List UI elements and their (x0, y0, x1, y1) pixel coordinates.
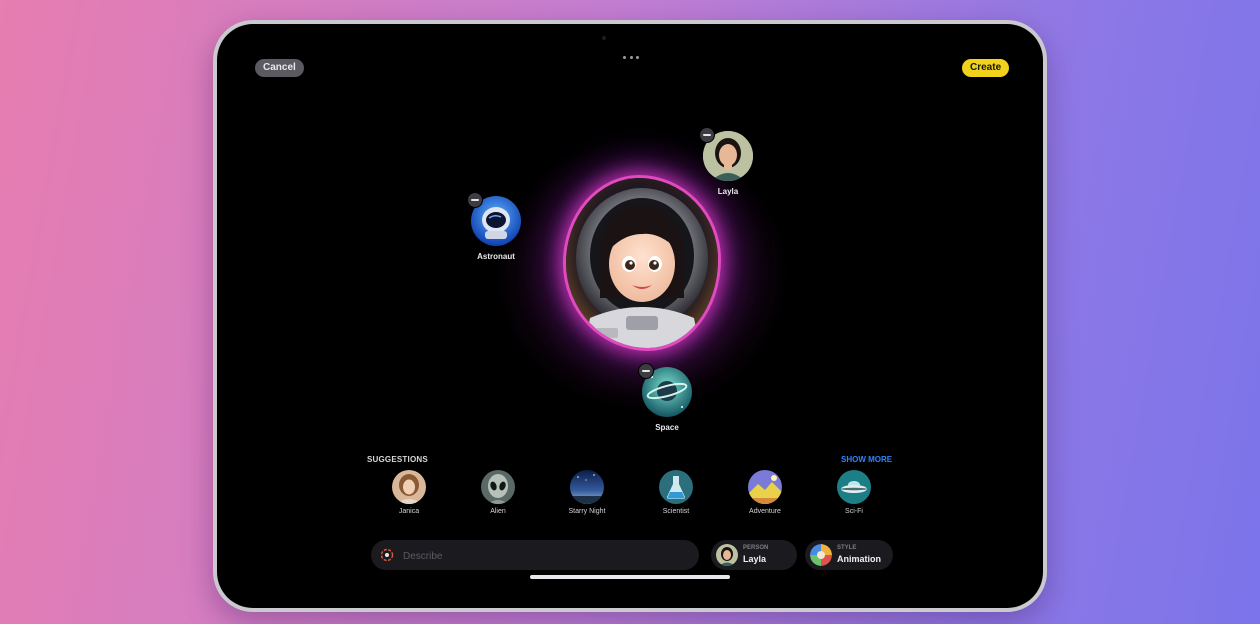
bubble-label: Space (655, 423, 679, 432)
ipad-frame: Cancel Create Layla Astronaut Space SUGG… (213, 20, 1047, 612)
person-chip[interactable]: PERSON Layla (711, 540, 797, 570)
concept-bubble-space[interactable]: Space (638, 363, 692, 432)
composer-bar: PERSON Layla STYLE Animation (217, 540, 1043, 576)
generated-image-preview[interactable] (566, 178, 718, 348)
image-playground-screen: Cancel Create Layla Astronaut Space SUGG… (217, 24, 1043, 608)
front-camera (602, 36, 606, 40)
bubble-label: Layla (717, 187, 739, 196)
person-photo-icon (716, 544, 738, 566)
suggestion-starry-night[interactable]: Starry Night (552, 470, 622, 515)
style-value: Animation (837, 554, 881, 564)
suggestions-heading: SUGGESTIONS (367, 455, 428, 464)
style-wheel-icon (810, 544, 832, 566)
create-button[interactable]: Create (962, 59, 1010, 77)
astronaut-avatar-image (576, 188, 708, 348)
style-caption: STYLE (837, 545, 857, 551)
suggestion-janica[interactable]: Janica (374, 470, 444, 515)
describe-input[interactable] (401, 547, 685, 565)
suggestion-label: Alien (490, 508, 506, 515)
flask-icon (659, 470, 693, 504)
suggestion-label: Scientist (662, 508, 690, 515)
cancel-button[interactable]: Cancel (255, 59, 304, 77)
concept-bubble-astronaut[interactable]: Astronaut (467, 192, 521, 261)
suggestion-label: Janica (398, 508, 420, 515)
style-chip[interactable]: STYLE Animation (805, 540, 893, 570)
suggestion-label: Sci-Fi (845, 508, 863, 515)
suggestion-label: Starry Night (568, 508, 606, 515)
suggestion-label: Adventure (749, 508, 781, 515)
home-indicator[interactable] (530, 575, 730, 579)
person-value: Layla (743, 554, 767, 564)
suggestion-sci-fi[interactable]: Sci-Fi (819, 470, 889, 515)
describe-field[interactable] (371, 540, 699, 570)
concept-bubble-layla[interactable]: Layla (699, 127, 753, 196)
show-more-link[interactable]: SHOW MORE (841, 455, 892, 464)
person-photo-icon (392, 470, 426, 504)
remove-icon[interactable] (467, 192, 483, 208)
suggestion-adventure[interactable]: Adventure (730, 470, 800, 515)
ufo-icon (837, 470, 871, 504)
suggestions-row: Janica Alien Starry Night Scientist Adve… (217, 470, 1043, 530)
landscape-icon (748, 470, 782, 504)
person-caption: PERSON (743, 545, 769, 551)
remove-icon[interactable] (638, 363, 654, 379)
bubble-label: Astronaut (477, 252, 515, 261)
multitasking-dots-icon[interactable] (623, 56, 639, 60)
suggestion-alien[interactable]: Alien (463, 470, 533, 515)
image-playground-icon (380, 548, 394, 562)
night-sky-icon (570, 470, 604, 504)
suggestion-scientist[interactable]: Scientist (641, 470, 711, 515)
remove-icon[interactable] (699, 127, 715, 143)
alien-icon (481, 470, 515, 504)
